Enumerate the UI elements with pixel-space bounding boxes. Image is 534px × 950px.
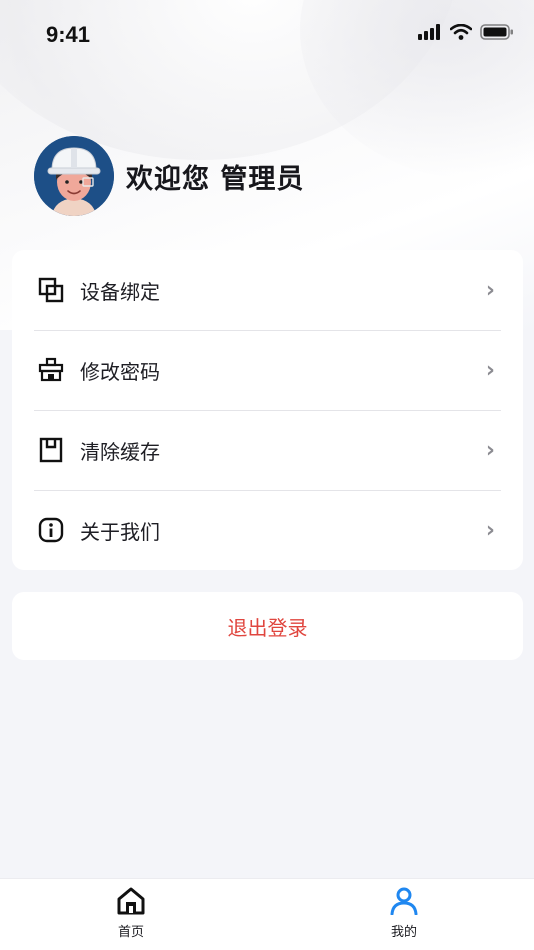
worker-helmet-avatar-icon — [34, 136, 114, 216]
chevron-right-icon: › — [485, 357, 495, 383]
battery-icon — [480, 24, 514, 44]
profile-section: 欢迎您 管理员 — [34, 136, 304, 216]
welcome-text: 欢迎您 管理员 — [126, 163, 305, 195]
info-icon — [38, 517, 64, 543]
user-icon — [389, 887, 419, 919]
device-bind-icon — [38, 277, 64, 303]
status-time: 9:41 — [46, 22, 91, 47]
logout-button[interactable]: 退出登录 — [12, 592, 523, 660]
wifi-icon — [449, 23, 473, 44]
signal-icon — [418, 24, 442, 44]
settings-menu: 设备绑定 › 修改密码 › 清除缓存 › 关于我们 › — [12, 250, 523, 570]
chevron-right-icon: › — [485, 517, 495, 543]
menu-item-label: 清除缓存 — [80, 439, 160, 464]
logout-label: 退出登录 — [227, 615, 308, 640]
tab-bar: 首页 我的 — [0, 878, 534, 950]
status-bar: 9:41 — [0, 0, 534, 64]
tab-home[interactable]: 首页 — [91, 887, 171, 940]
chevron-right-icon: › — [485, 277, 495, 303]
tab-label: 首页 — [117, 925, 144, 940]
status-icons — [418, 23, 514, 44]
tab-mine[interactable]: 我的 — [364, 887, 444, 940]
home-icon — [116, 887, 146, 919]
menu-item-change-password[interactable]: 修改密码 › — [12, 330, 523, 410]
chevron-right-icon: › — [485, 437, 495, 463]
tab-label: 我的 — [390, 925, 417, 940]
menu-item-label: 关于我们 — [80, 519, 160, 544]
menu-item-clear-cache[interactable]: 清除缓存 › — [12, 410, 523, 490]
menu-item-about-us[interactable]: 关于我们 › — [12, 490, 523, 570]
menu-item-device-binding[interactable]: 设备绑定 › — [12, 250, 523, 330]
menu-item-label: 设备绑定 — [80, 279, 160, 304]
clear-cache-icon — [38, 437, 64, 463]
password-icon — [38, 357, 64, 383]
avatar[interactable] — [34, 136, 114, 216]
menu-item-label: 修改密码 — [80, 359, 160, 384]
